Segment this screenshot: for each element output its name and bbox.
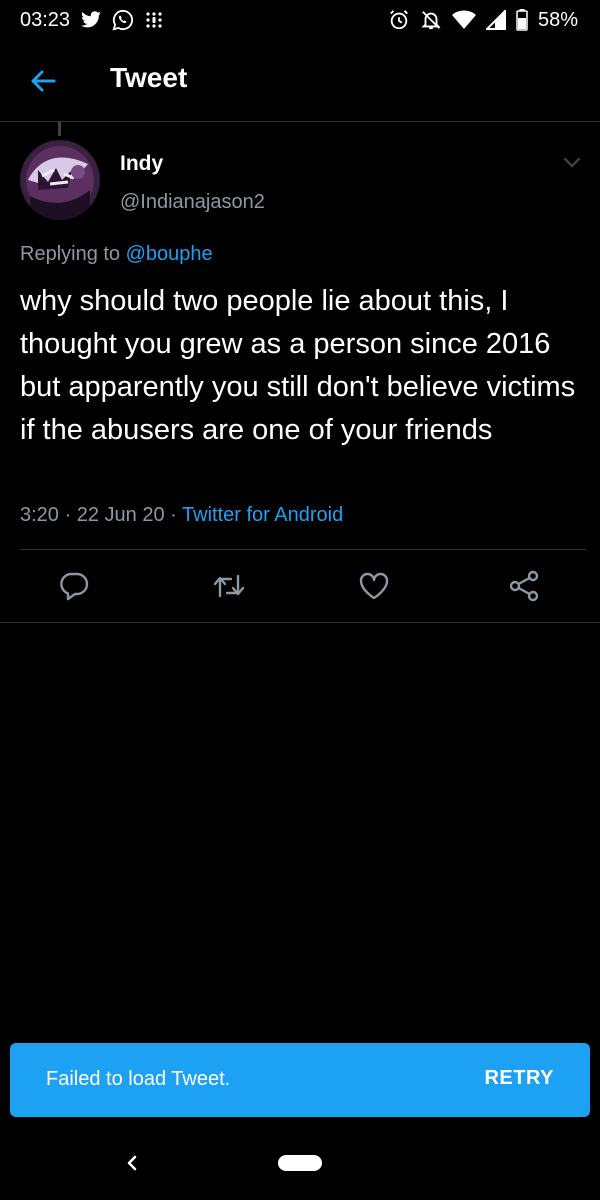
nav-home-pill[interactable]: [278, 1155, 322, 1171]
retweet-icon[interactable]: [211, 568, 247, 604]
wifi-icon: [451, 10, 476, 30]
avatar[interactable]: [20, 140, 100, 220]
share-icon[interactable]: [506, 568, 542, 604]
battery-icon: [516, 9, 528, 31]
twitter-bird-icon: [80, 11, 102, 29]
tweet-date: 22 Jun 20: [76, 504, 165, 526]
author-name[interactable]: Indy: [120, 152, 163, 176]
like-icon[interactable]: [356, 568, 392, 604]
replying-to: Replying to @bouphe: [20, 243, 213, 266]
signal-icon: [485, 10, 506, 30]
status-time: 03:23: [20, 8, 71, 31]
meta-separator: ·: [170, 504, 177, 526]
back-arrow-icon[interactable]: [26, 64, 60, 98]
page-title: Tweet: [110, 62, 188, 93]
tweet-text: why should two people lie about this, I …: [20, 285, 576, 446]
tweet-time: 3:20: [20, 504, 59, 526]
meta-separator: ·: [64, 504, 72, 526]
chevron-down-icon[interactable]: [560, 152, 584, 174]
status-bar-left: 03:23: [20, 9, 164, 32]
thread-line: [58, 122, 61, 136]
reply-icon[interactable]: [56, 568, 92, 604]
replying-to-mention[interactable]: @bouphe: [126, 243, 213, 265]
author-handle[interactable]: @Indianajason2: [120, 191, 265, 214]
replying-prefix: Replying to: [20, 243, 121, 265]
snackbar-message: Failed to load Tweet.: [46, 1068, 231, 1090]
alarm-icon: [388, 9, 410, 31]
notifications-off-icon: [420, 9, 442, 31]
error-snackbar: Failed to load Tweet. RETRY: [10, 1043, 590, 1117]
retry-button[interactable]: RETRY: [484, 1067, 554, 1090]
tweet-meta: 3:20 · 22 Jun 20 · Twitter for Android: [20, 504, 343, 527]
divider: [20, 549, 586, 550]
whatsapp-icon: [112, 9, 134, 31]
nav-back-icon[interactable]: [120, 1148, 144, 1178]
divider: [0, 622, 600, 623]
status-bar: 03:23 58%: [0, 0, 600, 40]
slack-icon: [144, 10, 164, 30]
status-bar-right: 58%: [388, 9, 578, 32]
app-bar: Tweet: [0, 40, 600, 122]
battery-percent: 58%: [537, 8, 578, 31]
tweet-source[interactable]: Twitter for Android: [182, 504, 343, 526]
